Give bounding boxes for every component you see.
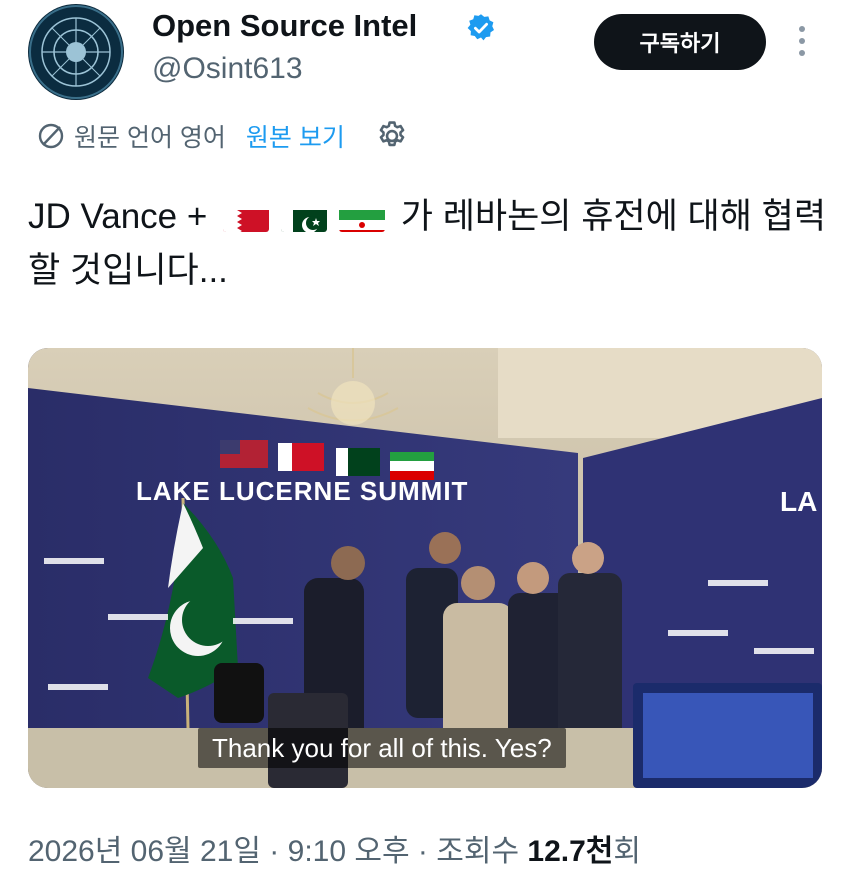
author-name[interactable]: Open Source Intel [152,8,417,44]
tweet-date: 2026년 06월 21일 [28,835,261,868]
verified-badge-icon [467,14,494,41]
bahrain-flag-icon [223,202,270,232]
pakistan-flag-icon [281,202,328,232]
translation-row: 원문 언어 영어 원본 보기 [36,116,409,156]
video-caption: Thank you for all of this. Yes? [198,728,566,768]
tweet-time: 9:10 오후 [287,835,410,868]
osint-logo-icon [29,5,123,99]
views-suffix: 회 [613,835,642,868]
separator: · [269,835,280,868]
translate-icon [38,123,64,149]
tweet-text: JD Vance + 가 레바논의 휴전에 대해 협력할 것입니다... [28,190,828,298]
subscribe-button[interactable]: 구독하기 [594,14,766,70]
summit-banner-title-right: LA [780,486,818,517]
tweet-text-prefix: JD Vance + [28,197,208,236]
video-frame-image [28,348,822,788]
original-language-label: 원문 언어 영어 [74,124,226,152]
iran-flag-icon [339,202,386,232]
views-label: 조회수 [436,835,520,868]
summit-banner-title: LAKE LUCERNE SUMMIT [136,476,469,506]
author-handle[interactable]: @Osint613 [152,52,303,86]
tweet-video[interactable]: LAKE LUCERNE SUMMIT LA [28,348,822,788]
tweet-meta: 2026년 06월 21일 · 9:10 오후 · 조회수 12.7천회 [28,826,641,870]
separator: · [417,835,428,868]
more-options-icon[interactable] [792,22,812,62]
views-count: 12.7천 [527,835,614,868]
gear-icon[interactable] [375,119,409,153]
show-original-link[interactable]: 원본 보기 [246,118,345,154]
avatar[interactable] [28,4,124,100]
